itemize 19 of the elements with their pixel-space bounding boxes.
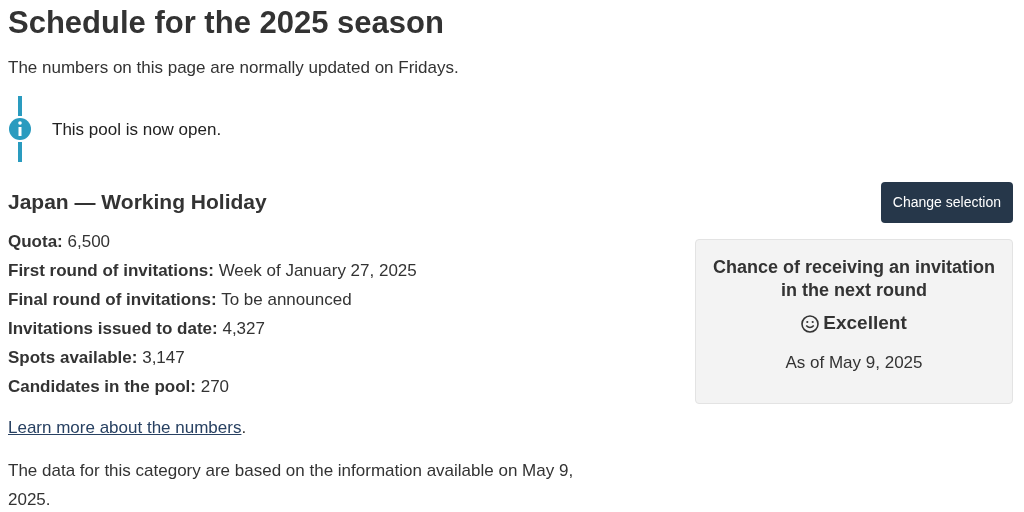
footnote-text: The data for this category are based on the information available on May 9, 2025. [8, 460, 575, 512]
page-title: Schedule for the 2025 season [8, 4, 445, 42]
fact-line: Candidates in the pool: 270 [8, 375, 231, 398]
update-note: The numbers on this page are normally updated on Fridays. [8, 56, 460, 79]
category-heading: Japan — Working Holiday [8, 189, 268, 216]
change-selection-button[interactable]: Change selection [880, 182, 1013, 224]
learn-more-text: Learn more about the numbers. [8, 416, 248, 439]
notice-text: This pool is now open. [52, 118, 222, 141]
fact-line: Quota: 6,500 [8, 230, 112, 253]
fact-line: Final round of invitations: To be announced [8, 288, 353, 311]
chance-rating: Excellent [823, 311, 907, 336]
card-title: Chance of receiving an invitation in the next round [712, 256, 996, 302]
fact-line: Spots available: 3,147 [8, 346, 186, 369]
smiley-icon [801, 314, 820, 333]
learn-more-link[interactable]: Learn more about the numbers [8, 417, 242, 437]
fact-line: First round of invitations: Week of January 27, 2025 [8, 259, 418, 282]
as-of-date: As of May 9, 2025 [785, 351, 923, 374]
fact-line: Invitations issued to date: 4,327 [8, 317, 266, 340]
info-icon [8, 96, 32, 163]
